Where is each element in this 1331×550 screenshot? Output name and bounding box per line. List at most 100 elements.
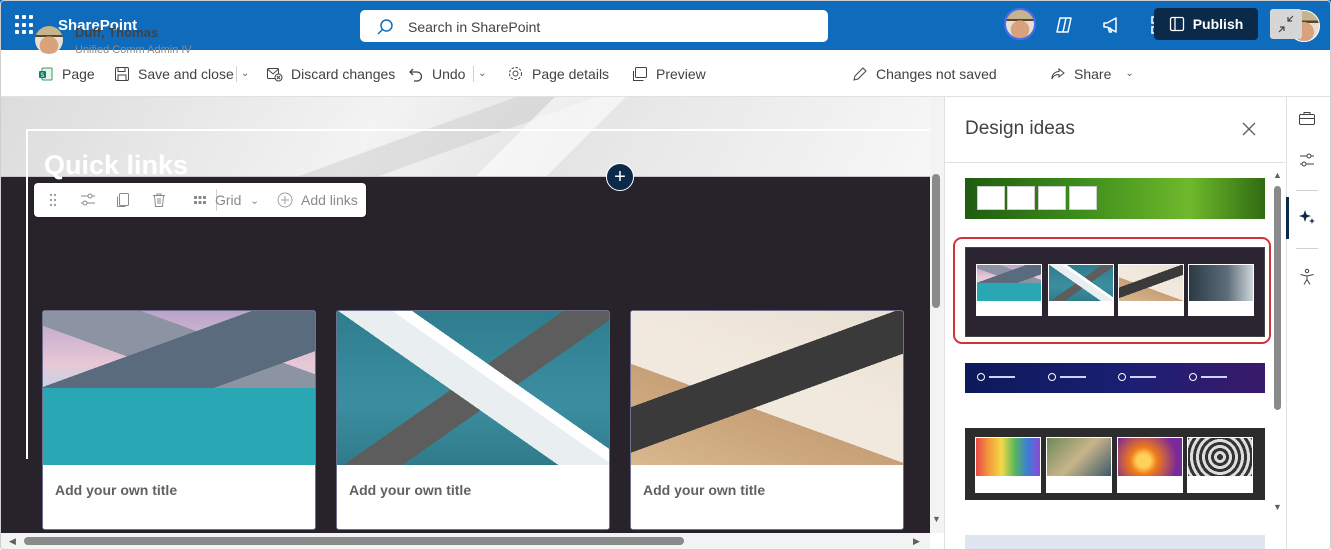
search-icon [377,19,393,35]
divider [473,66,474,82]
chevron-down-icon: ⌄ [241,68,250,79]
preview-button[interactable]: Preview [632,50,706,97]
divider [1296,190,1318,191]
share-icon [1051,67,1065,79]
design-option[interactable] [965,363,1265,393]
page-label: Page [62,65,95,82]
author-name: Duff, Thomas [75,25,159,40]
discard-icon [267,68,283,82]
design-option-tile [1187,437,1253,493]
copilot-icon[interactable] [1053,14,1075,36]
design-option-tile [1038,186,1066,210]
design-option-tile [1046,437,1112,493]
undo-label: Undo [432,65,466,82]
design-option-tile [977,373,985,381]
publish-icon [1169,16,1184,32]
scroll-down-arrow-icon[interactable]: ▼ [1273,502,1282,512]
scroll-down-arrow-icon[interactable]: ▼ [932,514,941,524]
page-button[interactable]: S Page [38,50,95,97]
divider [945,162,1285,163]
design-option-tile [1048,373,1056,381]
page-details-label: Page details [532,65,610,82]
scroll-right-arrow-icon[interactable]: ▶ [913,536,920,547]
search-placeholder: Search in SharePoint [408,19,541,35]
design-option[interactable] [965,428,1265,500]
sharepoint-page-icon: S [39,67,53,80]
card-title[interactable]: Add your own title [643,482,765,498]
design-option[interactable] [965,535,1265,550]
canvas-vertical-scroll-thumb[interactable] [932,174,940,308]
properties-icon[interactable] [1297,150,1317,170]
save-status: Changes not saved [852,50,997,97]
save-status-label: Changes not saved [876,65,997,82]
editor-avatar[interactable] [1004,8,1036,40]
undo-button[interactable]: Undo [408,50,465,97]
quick-link-card[interactable]: Add your own title [42,310,316,530]
card-image-laptop-typing [631,311,903,465]
quick-link-card[interactable]: Add your own title [630,310,904,530]
share-button[interactable]: Share ⌄ [1050,50,1134,97]
save-close-button[interactable]: Save and close [114,50,234,97]
selected-rail-indicator [1286,197,1289,239]
gear-icon [509,67,522,80]
card-image-mountain-lake [43,311,315,465]
discard-changes-button[interactable]: Discard changes [266,50,395,97]
add-section-button[interactable]: + [606,163,634,191]
scroll-left-arrow-icon[interactable]: ◀ [9,536,16,547]
card-title[interactable]: Add your own title [55,482,177,498]
panel-scroll-thumb[interactable] [1274,186,1281,410]
megaphone-icon[interactable] [1101,14,1123,36]
toolbox-icon[interactable] [1297,108,1317,128]
quick-links-title[interactable]: Quick links [44,150,188,181]
close-icon[interactable] [1240,120,1258,138]
author-avatar [35,26,63,54]
design-option-selected[interactable] [965,247,1265,337]
save-icon [115,66,129,81]
design-option-tile [1118,264,1184,316]
card-title[interactable]: Add your own title [349,482,471,498]
save-close-label: Save and close [138,65,234,82]
preview-label: Preview [656,65,706,82]
quick-link-card[interactable]: Add your own title [336,310,610,530]
collapse-icon [1278,15,1294,33]
discard-label: Discard changes [291,65,396,82]
panel-title: Design ideas [965,118,1075,139]
chevron-down-icon: ⌄ [1125,68,1134,79]
undo-icon [409,68,423,82]
design-option-line [989,376,1015,378]
design-option-tile [976,264,1042,316]
accessibility-icon[interactable] [1297,267,1317,287]
save-options-dropdown[interactable]: ⌄ [241,50,249,97]
preview-icon [633,66,647,81]
publish-label: Publish [1192,16,1244,32]
design-option-tile [977,186,1005,210]
undo-options-dropdown[interactable]: ⌄ [478,50,486,97]
design-option-line [1201,376,1227,378]
design-option-tile [1069,186,1097,210]
divider [1296,248,1318,249]
canvas-vertical-scrollbar[interactable] [930,97,944,533]
divider [236,66,237,82]
design-option-tile [1117,437,1183,493]
design-option-line [1060,376,1086,378]
design-option-tile [975,437,1041,493]
design-option-tile [1188,264,1254,316]
waffle-icon[interactable] [15,15,35,35]
design-ideas-icon[interactable] [1297,207,1317,227]
publish-button[interactable]: Publish [1154,8,1258,40]
design-option-tile [1189,373,1197,381]
share-label: Share [1074,65,1112,82]
design-option[interactable] [965,178,1265,219]
page-details-button[interactable]: Page details [507,50,609,97]
card-image-white-building [337,311,609,465]
chevron-down-icon: ⌄ [478,68,487,79]
collapse-panel-button[interactable] [1270,9,1302,39]
scroll-up-arrow-icon[interactable]: ▲ [1273,170,1282,180]
pencil-icon [853,66,867,81]
design-option-tile [1007,186,1035,210]
author-role: Unified Comm Admin IV [75,44,192,56]
design-option-tile [1118,373,1126,381]
canvas-horizontal-scroll-thumb[interactable] [24,537,684,545]
design-option-line [1130,376,1156,378]
search-box[interactable]: Search in SharePoint [360,10,828,42]
